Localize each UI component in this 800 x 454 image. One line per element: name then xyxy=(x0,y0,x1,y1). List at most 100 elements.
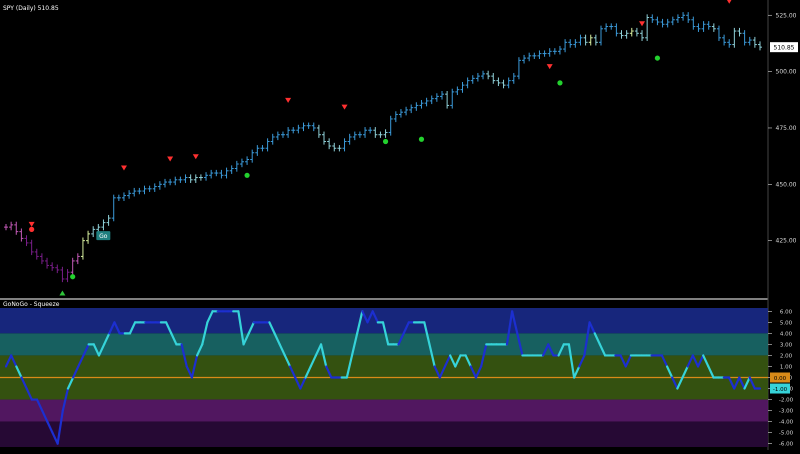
price-bar xyxy=(527,52,532,62)
price-bar xyxy=(337,145,342,152)
price-bar xyxy=(219,169,224,179)
oscillator-zone xyxy=(0,421,768,447)
price-bar xyxy=(491,72,496,84)
trend-marker-green xyxy=(654,55,661,61)
price-bar xyxy=(342,138,347,152)
chart-svg: 425.00 450.00 475.00 500.00 525.00 Go 510.85 6.… xyxy=(0,0,798,450)
price-bar xyxy=(86,230,91,244)
price-bar xyxy=(286,127,291,138)
price-bar xyxy=(711,23,716,32)
chart-root: 425.00 450.00 475.00 500.00 525.00 Go 510.85 6.… xyxy=(0,0,800,450)
price-bar xyxy=(742,30,747,46)
price-axis-tick-label: 500.00 xyxy=(776,69,797,76)
price-bar xyxy=(178,176,183,183)
price-bar xyxy=(609,23,614,30)
price-bar xyxy=(383,129,388,138)
price-bar xyxy=(470,75,475,84)
price-bar xyxy=(727,39,732,48)
price-bar xyxy=(583,34,588,46)
price-bar xyxy=(650,14,655,23)
price-bar xyxy=(701,21,706,32)
price-bar xyxy=(475,72,480,82)
oscillator-zone xyxy=(0,377,768,400)
price-axis-tick-label: 475.00 xyxy=(776,125,797,132)
price-bar xyxy=(75,253,80,265)
price-bar xyxy=(439,90,444,100)
price-bar xyxy=(706,21,711,30)
price-bar xyxy=(573,39,578,48)
price-bar xyxy=(152,183,157,192)
trend-marker-red-dot xyxy=(29,226,35,232)
price-bar xyxy=(29,239,34,256)
osc-axis-tick-label: 1.00 xyxy=(780,364,793,370)
price-bar xyxy=(245,156,250,165)
trend-marker-green xyxy=(244,172,250,178)
price-bar xyxy=(327,138,332,150)
price-axis-tick-label: 425.00 xyxy=(776,238,797,245)
price-bar xyxy=(645,14,650,41)
price-bar xyxy=(655,16,660,26)
osc-axis-tick-label: 4.00 xyxy=(780,331,793,337)
price-bar xyxy=(80,237,85,260)
price-bar xyxy=(204,172,209,181)
oscillator-zone xyxy=(0,355,768,378)
price-bar xyxy=(270,133,275,145)
price-bar xyxy=(465,77,470,89)
price-bar xyxy=(214,169,219,177)
price-bar xyxy=(55,264,60,274)
price-bar xyxy=(260,145,265,152)
price-bar xyxy=(250,149,255,163)
price-bar xyxy=(460,81,465,93)
price-bar xyxy=(121,192,126,201)
trend-marker-green xyxy=(418,136,425,142)
price-bar xyxy=(157,181,162,190)
price-bar xyxy=(660,18,665,28)
price-bar xyxy=(486,70,491,80)
trend-marker-red xyxy=(546,64,553,70)
price-bar xyxy=(347,133,352,145)
price-bar xyxy=(4,223,8,231)
price-bar xyxy=(301,122,306,132)
price-bar xyxy=(522,54,527,64)
price-bar xyxy=(532,52,537,59)
price-bar xyxy=(50,262,55,271)
price-bar xyxy=(373,127,378,138)
price-bar xyxy=(91,226,96,238)
price-bar xyxy=(481,70,486,80)
price-bar xyxy=(434,93,439,102)
price-bar xyxy=(275,131,280,141)
price-bar xyxy=(332,142,337,152)
price-bar xyxy=(39,253,44,265)
price-bar xyxy=(9,221,14,231)
price-bar xyxy=(578,34,583,46)
price-bar xyxy=(173,176,178,186)
price-bar xyxy=(316,124,321,138)
price-bar xyxy=(501,79,506,89)
osc-axis-tick-label: -6.00 xyxy=(779,442,794,448)
price-bar xyxy=(311,122,316,132)
osc-axis-tick-label: 3.00 xyxy=(780,342,793,348)
price-bar xyxy=(696,23,701,32)
price-bar xyxy=(547,48,552,57)
price-bar xyxy=(455,86,460,96)
price-bar xyxy=(557,45,562,55)
trend-start-marker xyxy=(59,290,66,296)
go-label-text: Go xyxy=(99,233,108,240)
price-bar xyxy=(137,187,142,195)
price-bar xyxy=(224,167,229,179)
price-bar xyxy=(398,109,403,118)
price-bar xyxy=(409,104,414,114)
price-bar xyxy=(322,131,327,145)
price-bar xyxy=(14,221,19,235)
trend-marker-red xyxy=(285,97,292,103)
price-bar xyxy=(265,138,270,152)
price-chart-title: SPY (Daily) 510.85 xyxy=(3,5,59,12)
price-bar xyxy=(670,16,675,26)
oscillator-zone xyxy=(0,399,768,422)
price-axis-tick-label: 525.00 xyxy=(776,12,797,19)
price-bar xyxy=(132,187,137,197)
price-bar xyxy=(239,158,244,168)
price-bar xyxy=(404,106,409,116)
price-bar xyxy=(147,185,152,192)
price-bar xyxy=(665,18,670,28)
